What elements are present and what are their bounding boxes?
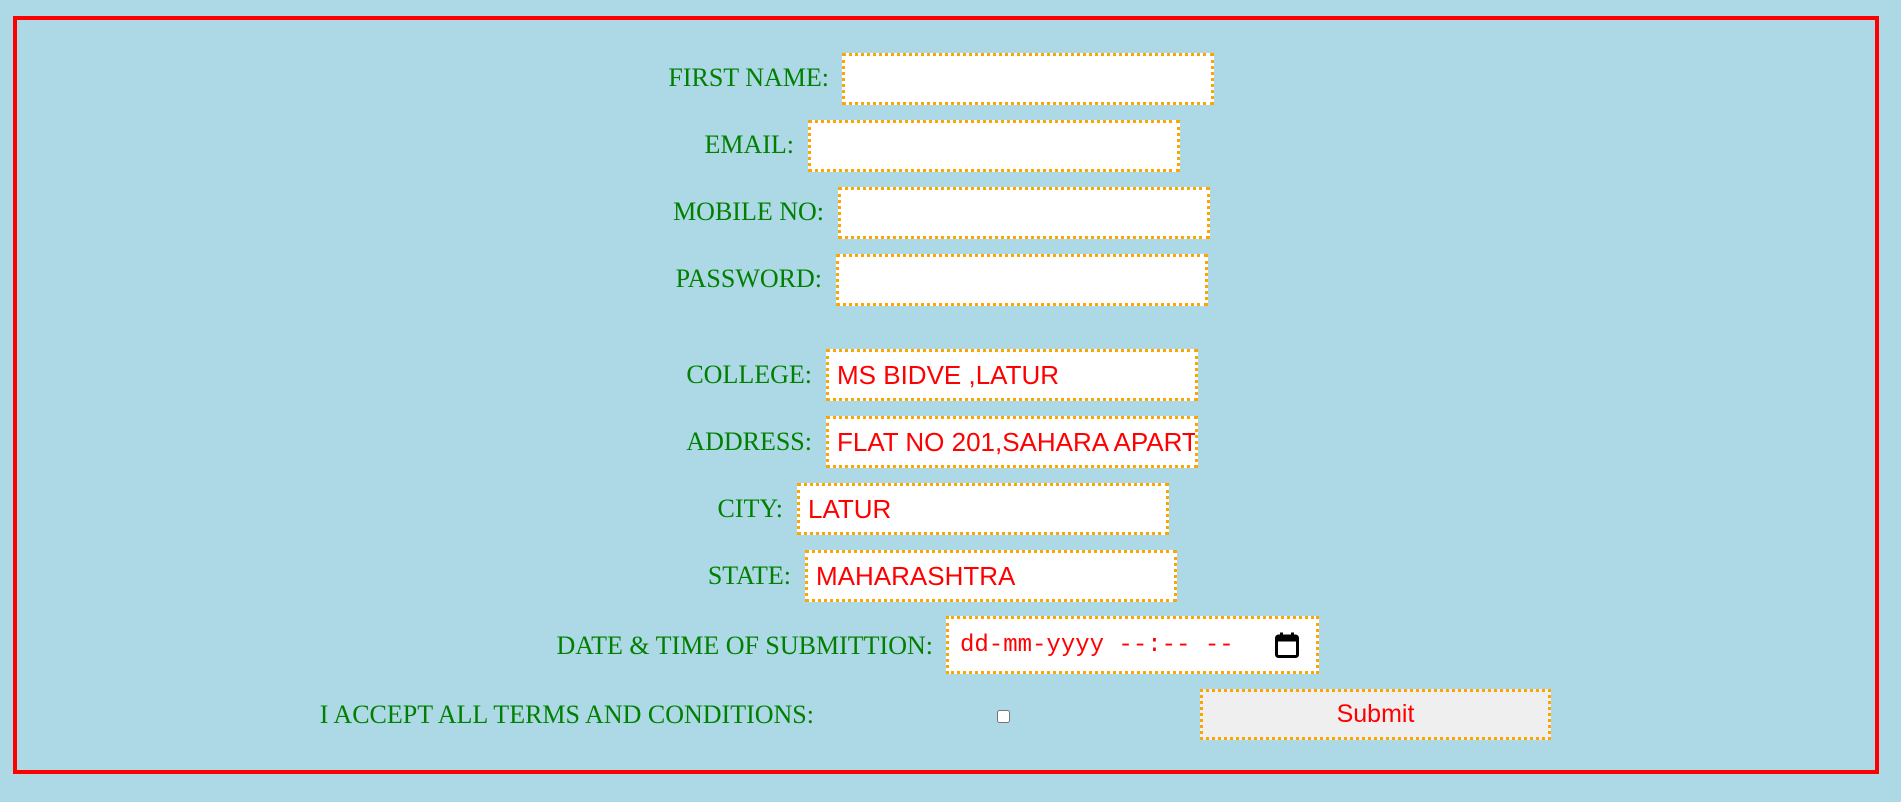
address-label: ADDRESS: [686, 427, 812, 456]
calendar-icon[interactable] [1272, 630, 1302, 660]
city-input[interactable] [797, 483, 1169, 535]
password-input[interactable] [836, 254, 1208, 306]
city-label: CITY: [717, 494, 784, 523]
college-input[interactable] [826, 349, 1198, 401]
terms-checkbox[interactable] [997, 710, 1010, 723]
email-label: EMAIL: [704, 130, 794, 159]
state-input[interactable] [805, 550, 1177, 602]
state-label: STATE: [707, 561, 791, 590]
submit-button[interactable]: Submit [1200, 689, 1551, 740]
mobile-no-input[interactable] [838, 187, 1210, 239]
first-name-input[interactable] [842, 53, 1214, 105]
mobile-no-label: MOBILE NO: [673, 197, 824, 226]
datetime-placeholder: dd-mm-yyyy --:-- -- [960, 631, 1234, 659]
datetime-input[interactable]: dd-mm-yyyy --:-- -- [946, 616, 1319, 674]
terms-label: I ACCEPT ALL TERMS AND CONDITIONS: [319, 700, 814, 729]
college-label: COLLEGE: [686, 360, 812, 389]
email-input[interactable] [808, 120, 1180, 172]
address-input[interactable] [826, 416, 1198, 468]
first-name-label: FIRST NAME: [668, 63, 829, 92]
password-label: PASSWORD: [675, 264, 822, 293]
datetime-label: DATE & TIME OF SUBMITTION: [556, 631, 933, 660]
